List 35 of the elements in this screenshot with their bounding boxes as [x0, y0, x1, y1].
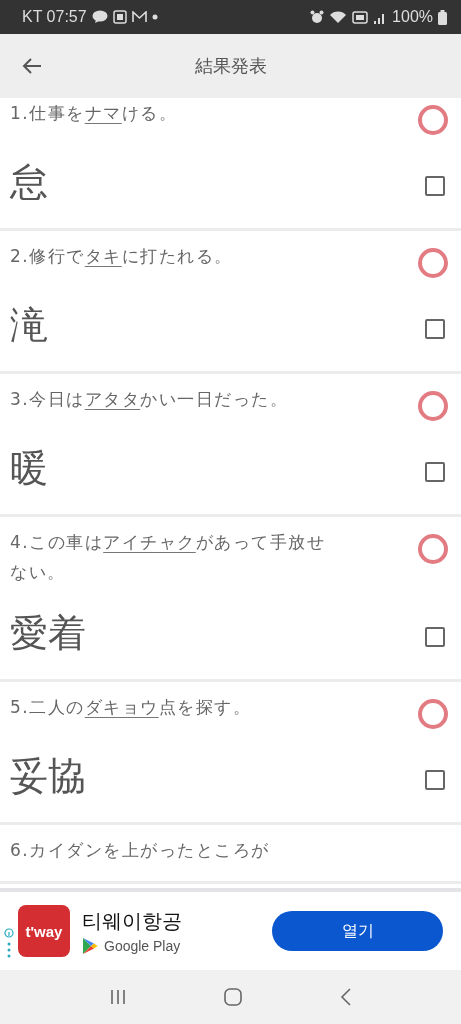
chat-bubble-icon: [91, 10, 108, 24]
wifi-icon: [329, 10, 348, 24]
store-name: Google Play: [104, 937, 181, 954]
question-text: 5.二人の ダキョウ 点を探す。: [10, 696, 252, 719]
battery-icon: [438, 9, 447, 25]
checkbox[interactable]: [425, 319, 445, 339]
checkbox[interactable]: [425, 176, 445, 196]
answer-kanji: 妥協: [10, 753, 86, 800]
home-icon[interactable]: [224, 988, 243, 1006]
info-icon[interactable]: [4, 928, 14, 960]
play-store-icon: [82, 936, 98, 955]
app-logo: t'way: [18, 905, 70, 957]
open-button[interactable]: 열기: [272, 911, 443, 951]
question-text: 2.修行で タキ に打たれる。: [10, 245, 233, 268]
carrier-time: KT 07:57: [22, 8, 87, 26]
checkbox[interactable]: [425, 770, 445, 790]
question-text: 1.仕事をナマ ける。: [10, 102, 178, 125]
question-text: 4.この車はアイチャク があって手放せない。: [10, 531, 327, 584]
answer-kanji: 暖: [10, 445, 48, 492]
back-arrow-icon: [22, 57, 42, 75]
mail-icon: [131, 11, 147, 23]
square-icon: [112, 10, 127, 24]
question-text: 3.今日は アタタかい一日だった。: [10, 388, 289, 411]
app-name: 티웨이항공: [82, 907, 183, 935]
answer-kanji: 怠: [10, 159, 48, 206]
checkbox[interactable]: [425, 627, 445, 647]
battery-percent: 100%: [392, 8, 433, 26]
question-text: 6.カイダンを上がったところが: [10, 839, 270, 862]
dot-icon: [151, 14, 158, 20]
recent-apps-icon[interactable]: [108, 989, 127, 1005]
screen-title: 結果発表: [193, 54, 268, 78]
back-icon[interactable]: [340, 988, 353, 1006]
answer-kanji: 愛着: [10, 610, 86, 657]
checkbox[interactable]: [425, 462, 445, 482]
answer-kanji: 滝: [10, 302, 48, 349]
